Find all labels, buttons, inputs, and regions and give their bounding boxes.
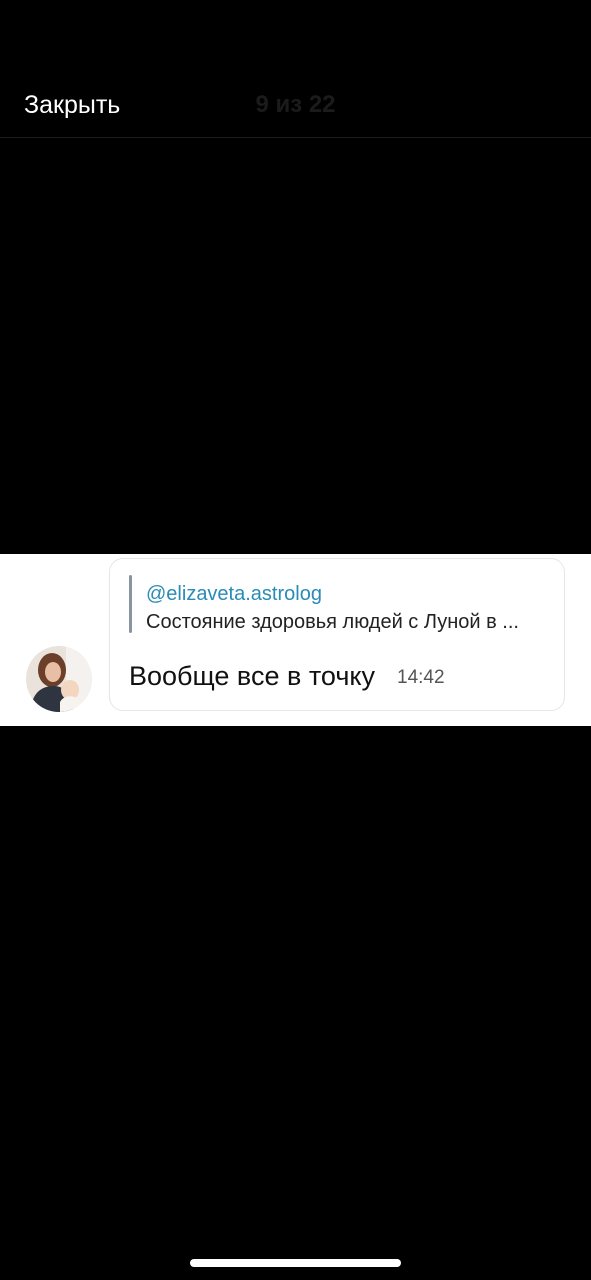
- image-counter: 9 из 22: [255, 91, 336, 118]
- reply-preview-text[interactable]: Состояние здоровья людей с Луной в ...: [146, 609, 519, 635]
- reply-author[interactable]: @elizaveta.astrolog: [146, 581, 322, 607]
- reply-quote-bar: [129, 575, 132, 633]
- message-bubble[interactable]: @elizaveta.astrolog Состояние здоровья л…: [109, 558, 565, 711]
- avatar: [26, 646, 92, 712]
- viewer-top-bar: Закрыть 9 из 22: [0, 0, 591, 138]
- message-text: Вообще все в точку: [129, 661, 376, 691]
- home-indicator[interactable]: [190, 1259, 401, 1267]
- avatar-photo-icon: [26, 646, 92, 712]
- message-timestamp: 14:42: [397, 667, 445, 688]
